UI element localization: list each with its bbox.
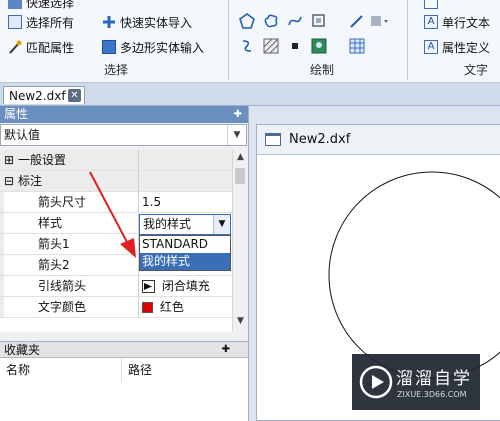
draw-group-label: 绘制 — [310, 63, 335, 77]
scroll-up-icon[interactable]: ▲ — [233, 152, 248, 166]
image-tool-icon[interactable] — [310, 37, 328, 55]
quick-entity-import-button[interactable]: 快速实体导入 — [102, 12, 192, 32]
select-all-button[interactable]: 选择所有 — [8, 12, 74, 32]
close-icon[interactable]: ✕ — [68, 89, 81, 102]
revision-cloud-tool-icon[interactable] — [262, 12, 280, 30]
spline-tool-icon[interactable] — [286, 12, 304, 30]
property-name: 文字颜色 — [38, 300, 87, 314]
property-value[interactable]: 红色 — [142, 297, 184, 317]
collapse-icon[interactable]: ⊟ — [4, 171, 14, 191]
multiline-text-icon — [424, 0, 438, 9]
category-label: 标注 — [18, 174, 43, 188]
favorites-title-text: 收藏夹 — [4, 343, 41, 357]
hatch-tool-icon[interactable] — [262, 37, 280, 55]
region-tool-icon[interactable] — [310, 12, 328, 30]
ribbon: 快速选择 选择所有 匹配属性 快速实体导入 多边形实体输入 选择 绘制 A 单行… — [0, 0, 500, 83]
drawing-window-titlebar[interactable]: New2.dxf — [257, 125, 500, 155]
polygon-entity-input-button[interactable]: 多边形实体输入 — [102, 37, 204, 57]
text-group-label: 文字 — [464, 63, 489, 77]
watermark-brand: 溜溜自学 — [396, 369, 472, 389]
grid-divider — [138, 150, 139, 170]
default-values-text: 默认值 — [4, 128, 41, 142]
helix-tool-icon[interactable] — [238, 37, 256, 55]
document-tab-new2[interactable]: New2.dxf ✕ — [3, 86, 85, 104]
match-properties-button[interactable]: 匹配属性 — [8, 37, 74, 57]
annotation-arrow-icon — [89, 171, 136, 258]
properties-title-text: 属性 — [4, 107, 29, 121]
polygon-tool-icon[interactable] — [238, 12, 256, 30]
pin-icon[interactable]: ✚ — [222, 342, 230, 358]
chevron-down-icon[interactable]: ▼ — [227, 125, 246, 145]
quick-entity-import-icon — [102, 15, 116, 29]
single-line-text-button[interactable]: A 单行文本 — [424, 12, 490, 32]
property-name: 箭头2 — [38, 258, 70, 272]
property-name: 样式 — [38, 216, 63, 230]
dropdown-option-standard[interactable]: STANDARD — [140, 236, 230, 253]
property-value[interactable]: 1.5 — [142, 192, 161, 212]
favorites-panel-title: 收藏夹 ✚ — [0, 341, 248, 358]
single-line-text-icon: A — [424, 15, 438, 29]
sketch-tool-icon[interactable] — [348, 12, 366, 30]
drawing-window-title: New2.dxf — [289, 132, 351, 147]
document-tab-label: New2.dxf — [9, 88, 66, 103]
quick-select-button[interactable]: 快速选择 — [8, 0, 74, 12]
select-all-icon — [8, 15, 22, 29]
wipeout-dropdown-icon[interactable] — [370, 12, 388, 30]
properties-panel-title: 属性 ✚ — [0, 106, 248, 123]
attribute-definition-button[interactable]: A 属性定义 — [424, 37, 490, 57]
attribute-definition-icon: A — [424, 40, 438, 54]
closed-filled-arrow-icon — [142, 280, 155, 293]
column-header-path[interactable]: 路径 — [128, 362, 152, 378]
ribbon-separator — [407, 0, 408, 80]
pin-icon[interactable]: ✚ — [234, 106, 242, 123]
favorites-list: 名称 路径 — [0, 358, 248, 421]
scroll-down-icon[interactable]: ▼ — [233, 316, 248, 330]
style-dropdown-list: STANDARD 我的样式 — [139, 235, 231, 271]
play-logo-icon — [359, 365, 393, 399]
default-values-combo[interactable]: 默认值 ▼ — [0, 124, 247, 146]
grid-divider — [138, 297, 139, 317]
expand-icon[interactable]: ⊞ — [4, 150, 14, 170]
select-group-label: 选择 — [104, 63, 129, 77]
drawn-circle — [328, 171, 500, 379]
category-label: 一般设置 — [18, 153, 67, 167]
color-swatch — [142, 302, 153, 313]
window-icon — [265, 133, 281, 146]
property-name: 引线箭头 — [38, 279, 87, 293]
quick-select-icon — [8, 0, 22, 9]
property-name: 箭头尺寸 — [38, 195, 87, 209]
property-row-text-color[interactable]: 文字颜色 红色 — [0, 297, 232, 318]
table-tool-icon[interactable] — [348, 37, 366, 55]
grid-divider — [138, 276, 139, 296]
watermark-url: ZIXUE.3D66.COM — [397, 390, 467, 399]
property-name: 箭头1 — [38, 237, 70, 251]
match-properties-icon — [8, 40, 22, 54]
property-value[interactable]: 闭合填充 — [142, 276, 210, 296]
scrollbar-thumb[interactable] — [235, 168, 245, 184]
style-combo[interactable]: 我的样式 ▼ — [139, 214, 231, 235]
dropdown-option-my-style[interactable]: 我的样式 — [140, 253, 230, 270]
property-grid-scrollbar[interactable]: ▲ ▼ — [232, 150, 248, 332]
property-row-leader-arrow[interactable]: 引线箭头 闭合填充 — [0, 276, 232, 297]
style-combo-value: 我的样式 — [143, 217, 192, 231]
column-divider — [121, 358, 122, 382]
watermark-badge: 溜溜自学 ZIXUE.3D66.COM — [352, 354, 480, 410]
chevron-down-icon[interactable]: ▼ — [213, 215, 230, 234]
column-header-name[interactable]: 名称 — [6, 362, 30, 378]
point-tool-icon[interactable] — [286, 37, 304, 55]
polygon-entity-input-icon — [102, 40, 116, 54]
ribbon-separator — [228, 0, 229, 80]
multiline-text-button[interactable] — [424, 0, 442, 12]
